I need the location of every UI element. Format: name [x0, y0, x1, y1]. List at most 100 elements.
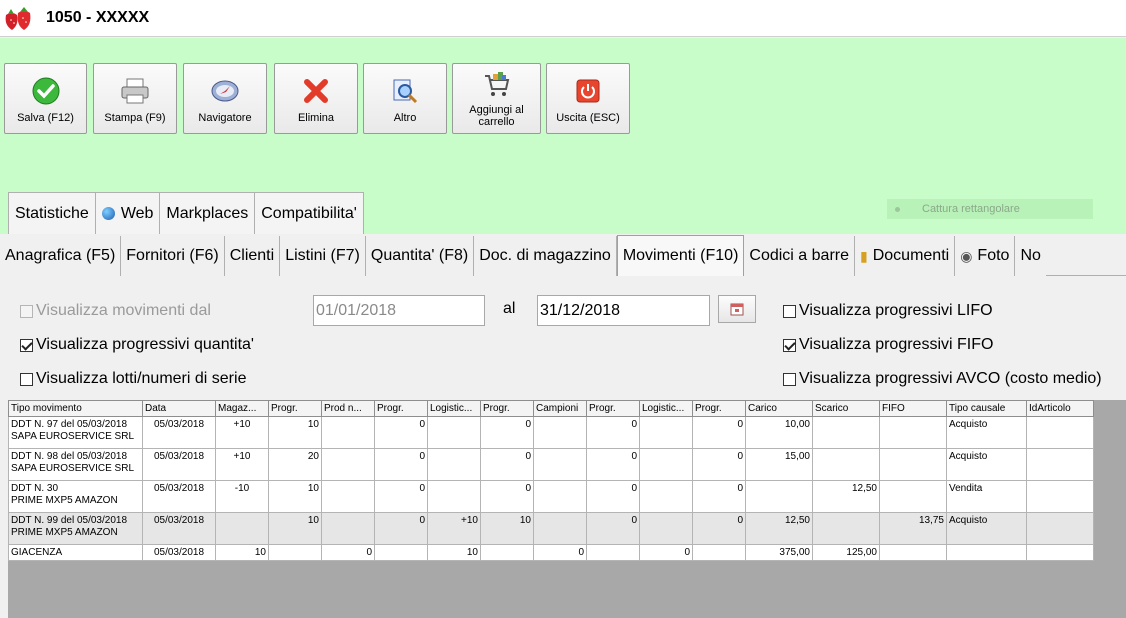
tab-codici-barre[interactable]: Codici a barre — [744, 236, 855, 276]
cell-p3: 10 — [480, 512, 534, 545]
cell-p5 — [692, 544, 746, 561]
save-button[interactable]: Salva (F12) — [4, 63, 87, 134]
cell-carico: 10,00 — [745, 416, 813, 449]
cell-data: 05/03/2018 — [142, 512, 216, 545]
tab-quantita[interactable]: Quantita' (F8) — [365, 236, 475, 276]
checkbox-box — [20, 372, 33, 386]
folder-icon: ▮ — [860, 247, 868, 264]
power-icon — [573, 76, 603, 106]
column-header[interactable]: Logistic... — [639, 400, 693, 417]
date-to-input[interactable]: 31/12/2018 — [537, 295, 710, 326]
navigator-button[interactable]: Navigatore — [183, 63, 267, 134]
tab-foto[interactable]: ◉ Foto — [955, 236, 1016, 276]
column-header[interactable]: Prod n... — [321, 400, 375, 417]
cell-mag: +10 — [215, 448, 269, 481]
tab-doc-magazzino[interactable]: Doc. di magazzino — [474, 236, 617, 276]
cell-p4: 0 — [586, 448, 640, 481]
tab-clienti[interactable]: Clienti — [224, 236, 281, 276]
cell-p2: 0 — [374, 416, 428, 449]
cell-causale: Vendita — [946, 480, 1027, 513]
date-from-input[interactable]: 01/01/2018 — [313, 295, 485, 326]
cell-p3 — [480, 544, 534, 561]
column-header[interactable]: Magaz... — [215, 400, 269, 417]
cell-p1: 10 — [268, 512, 322, 545]
column-header[interactable]: Progr. — [692, 400, 746, 417]
compass-icon — [210, 76, 240, 106]
checkbox-box — [783, 304, 796, 318]
column-header[interactable]: Progr. — [374, 400, 428, 417]
tab-documenti[interactable]: ▮ Documenti — [855, 236, 956, 276]
cell-p2: 0 — [374, 448, 428, 481]
avco-checkbox[interactable]: Visualizza progressivi AVCO (costo medio… — [783, 370, 1102, 388]
giacenza-row[interactable]: GIACENZA 05/03/2018 10 0 10 0 0 375,00 125,00 — [8, 544, 1094, 561]
navigator-button-label: Navigatore — [198, 112, 252, 124]
secondary-tabs: Statistiche Web Markplaces Compatibilita… — [8, 192, 364, 234]
cell-fifo — [879, 544, 947, 561]
table-row[interactable]: DDT N. 30 PRIME MXP5 AMAZON 05/03/2018 -10 1… — [8, 480, 1094, 513]
delete-button[interactable]: Elimina — [274, 63, 358, 134]
tab-listini[interactable]: Listini (F7) — [280, 236, 366, 276]
cell-log2 — [639, 480, 693, 513]
cell-log2: 0 — [639, 544, 693, 561]
visualizza-movimenti-checkbox[interactable]: Visualizza movimenti dal — [20, 302, 211, 320]
progressivi-quantita-checkbox[interactable]: Visualizza progressivi quantita' — [20, 336, 254, 354]
print-button[interactable]: Stampa (F9) — [93, 63, 177, 134]
cell-prod — [321, 416, 375, 449]
cell-tipo-movimento: DDT N. 99 del 05/03/2018 PRIME MXP5 AMAZO… — [8, 512, 143, 545]
tab-movimenti[interactable]: Movimenti (F10) — [616, 235, 745, 276]
cell-camp: 0 — [533, 544, 587, 561]
cart-icon — [482, 70, 512, 100]
cell-log2 — [639, 416, 693, 449]
exit-button[interactable]: Uscita (ESC) — [546, 63, 630, 134]
calendar-button[interactable] — [718, 295, 756, 323]
tab-fornitori[interactable]: Fornitori (F6) — [121, 236, 225, 276]
column-header[interactable]: Tipo movimento — [8, 400, 143, 417]
add-to-cart-button[interactable]: Aggiungi al carrello — [452, 63, 541, 134]
cell-carico: 15,00 — [745, 448, 813, 481]
cell-camp — [533, 448, 587, 481]
tab-more[interactable]: No — [1015, 236, 1046, 276]
cell-mag: -10 — [215, 480, 269, 513]
other-button[interactable]: Altro — [363, 63, 447, 134]
tipo-line-2: SAPA EUROSERVICE SRL — [11, 431, 135, 442]
exit-button-label: Uscita (ESC) — [556, 112, 620, 124]
tab-web[interactable]: Web — [95, 192, 161, 234]
column-header[interactable]: Carico — [745, 400, 813, 417]
lifo-checkbox[interactable]: Visualizza progressivi LIFO — [783, 302, 993, 320]
fifo-checkbox[interactable]: Visualizza progressivi FIFO — [783, 336, 993, 354]
cell-causale: Acquisto — [946, 416, 1027, 449]
table-row[interactable]: DDT N. 97 del 05/03/2018 SAPA EUROSERVICE… — [8, 416, 1094, 449]
cell-camp — [533, 416, 587, 449]
movements-table: Tipo movimento Data Magaz... Progr. Prod n..… — [8, 400, 1094, 561]
lotti-checkbox[interactable]: Visualizza lotti/numeri di serie — [20, 370, 246, 388]
cell-tipo-movimento: DDT N. 30 PRIME MXP5 AMAZON — [8, 480, 143, 513]
column-header[interactable]: Progr. — [586, 400, 640, 417]
column-header[interactable]: IdArticolo — [1026, 400, 1094, 417]
column-header[interactable]: Progr. — [480, 400, 534, 417]
tab-anagrafica[interactable]: Anagrafica (F5) — [0, 236, 122, 276]
table-row[interactable]: DDT N. 98 del 05/03/2018 SAPA EUROSERVICE… — [8, 448, 1094, 481]
cell-log2 — [639, 512, 693, 545]
cell-data: 05/03/2018 — [142, 544, 216, 561]
tab-markplaces[interactable]: Markplaces — [160, 192, 256, 234]
column-header[interactable]: Tipo causale — [946, 400, 1027, 417]
checkbox-box — [20, 304, 33, 318]
cell-causale — [946, 544, 1027, 561]
cell-p4: 0 — [586, 416, 640, 449]
cattura-rettangolare-control[interactable]: Cattura rettangolare — [887, 199, 1093, 219]
column-header[interactable]: Data — [142, 400, 216, 417]
column-header[interactable]: Logistic... — [427, 400, 481, 417]
tab-statistiche[interactable]: Statistiche — [8, 192, 96, 234]
cell-scarico — [812, 416, 880, 449]
window-title: 1050 - XXXXX — [46, 9, 150, 26]
cell-p2 — [374, 544, 428, 561]
table-row[interactable]: DDT N. 99 del 05/03/2018 PRIME MXP5 AMAZO… — [8, 512, 1094, 545]
column-header[interactable]: Progr. — [268, 400, 322, 417]
column-header[interactable]: FIFO — [879, 400, 947, 417]
column-header[interactable]: Scarico — [812, 400, 880, 417]
cell-log1 — [427, 416, 481, 449]
tab-compatibilita[interactable]: Compatibilita' — [255, 192, 364, 234]
cell-p1 — [268, 544, 322, 561]
checkbox-box — [783, 338, 796, 352]
column-header[interactable]: Campioni — [533, 400, 587, 417]
